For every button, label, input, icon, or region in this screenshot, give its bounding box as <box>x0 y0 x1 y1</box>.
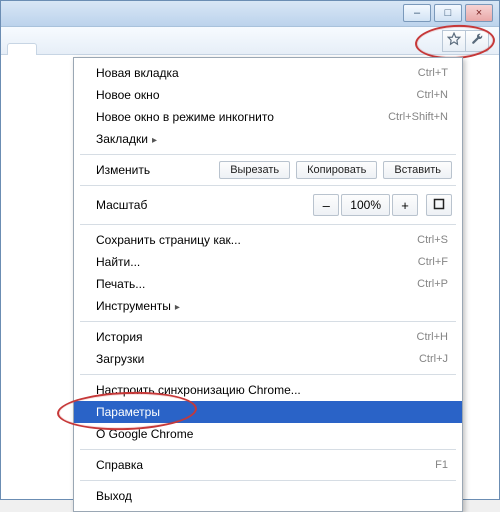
menu-separator <box>80 449 456 450</box>
menu-label: Найти... <box>96 255 140 269</box>
menu-separator <box>80 374 456 375</box>
edit-label: Изменить <box>96 163 150 177</box>
fullscreen-icon <box>433 198 445 213</box>
close-button[interactable]: × <box>465 4 493 22</box>
menu-shortcut: Ctrl+T <box>418 67 448 79</box>
menu-label: Новое окно в режиме инкогнито <box>96 110 274 124</box>
menu-item-options[interactable]: Параметры <box>74 401 462 423</box>
menu-item-tools[interactable]: Инструменты▸ <box>74 295 462 317</box>
menu-item-incognito[interactable]: Новое окно в режиме инкогнито Ctrl+Shift… <box>74 106 462 128</box>
menu-label: Печать... <box>96 277 145 291</box>
menu-separator <box>80 321 456 322</box>
maximize-button[interactable]: □ <box>434 4 462 22</box>
menu-shortcut: Ctrl+P <box>417 278 448 290</box>
menu-item-downloads[interactable]: Загрузки Ctrl+J <box>74 348 462 370</box>
menu-item-history[interactable]: История Ctrl+H <box>74 326 462 348</box>
tab-strip[interactable] <box>7 43 37 55</box>
minimize-button[interactable]: – <box>403 4 431 22</box>
chevron-right-icon: ▸ <box>175 302 180 313</box>
menu-edit-row: Изменить Вырезать Копировать Вставить <box>74 159 462 181</box>
menu-label: Новое окно <box>96 88 160 102</box>
fullscreen-button[interactable] <box>426 194 452 216</box>
wrench-menu-button[interactable] <box>465 30 489 52</box>
zoom-label: Масштаб <box>96 198 147 212</box>
copy-button[interactable]: Копировать <box>296 161 377 179</box>
menu-separator <box>80 224 456 225</box>
menu-label: Новая вкладка <box>96 66 179 80</box>
zoom-out-button[interactable]: – <box>313 194 339 216</box>
menu-label: Инструменты▸ <box>96 299 180 313</box>
menu-item-new-window[interactable]: Новое окно Ctrl+N <box>74 84 462 106</box>
menu-separator <box>80 185 456 186</box>
menu-item-exit[interactable]: Выход <box>74 485 462 507</box>
menu-label: Выход <box>96 489 132 503</box>
menu-label: Настроить синхронизацию Chrome... <box>96 383 301 397</box>
zoom-value: 100% <box>341 194 390 216</box>
star-icon <box>447 32 461 49</box>
menu-label: О Google Chrome <box>96 427 193 441</box>
menu-shortcut: Ctrl+H <box>417 331 448 343</box>
cut-button[interactable]: Вырезать <box>219 161 290 179</box>
menu-item-sync[interactable]: Настроить синхронизацию Chrome... <box>74 379 462 401</box>
menu-item-new-tab[interactable]: Новая вкладка Ctrl+T <box>74 62 462 84</box>
paste-button[interactable]: Вставить <box>383 161 452 179</box>
bookmark-star-button[interactable] <box>442 30 466 52</box>
zoom-in-button[interactable]: + <box>392 194 418 216</box>
menu-item-about[interactable]: О Google Chrome <box>74 423 462 445</box>
menu-item-help[interactable]: Справка F1 <box>74 454 462 476</box>
title-bar: – □ × <box>1 1 499 27</box>
menu-shortcut: Ctrl+S <box>417 234 448 246</box>
wrench-menu: Новая вкладка Ctrl+T Новое окно Ctrl+N Н… <box>73 57 463 512</box>
menu-item-save-page[interactable]: Сохранить страницу как... Ctrl+S <box>74 229 462 251</box>
toolbar <box>1 27 499 55</box>
menu-item-print[interactable]: Печать... Ctrl+P <box>74 273 462 295</box>
menu-shortcut: Ctrl+Shift+N <box>388 111 448 123</box>
menu-shortcut: Ctrl+N <box>417 89 448 101</box>
menu-shortcut: Ctrl+J <box>419 353 448 365</box>
menu-label: Параметры <box>96 405 160 419</box>
menu-label: Загрузки <box>96 352 144 366</box>
menu-item-bookmarks[interactable]: Закладки▸ <box>74 128 462 150</box>
menu-label: Закладки▸ <box>96 132 157 146</box>
menu-item-find[interactable]: Найти... Ctrl+F <box>74 251 462 273</box>
menu-label: Сохранить страницу как... <box>96 233 241 247</box>
wrench-icon <box>470 32 484 49</box>
menu-separator <box>80 480 456 481</box>
menu-zoom-row: Масштаб – 100% + <box>74 190 462 220</box>
menu-shortcut: Ctrl+F <box>418 256 448 268</box>
app-window: – □ × Новая вкладка Ctrl+T Новое окно Ct… <box>0 0 500 500</box>
menu-label: Справка <box>96 458 143 472</box>
menu-label: История <box>96 330 143 344</box>
menu-separator <box>80 154 456 155</box>
menu-shortcut: F1 <box>435 459 448 471</box>
chevron-right-icon: ▸ <box>152 135 157 146</box>
